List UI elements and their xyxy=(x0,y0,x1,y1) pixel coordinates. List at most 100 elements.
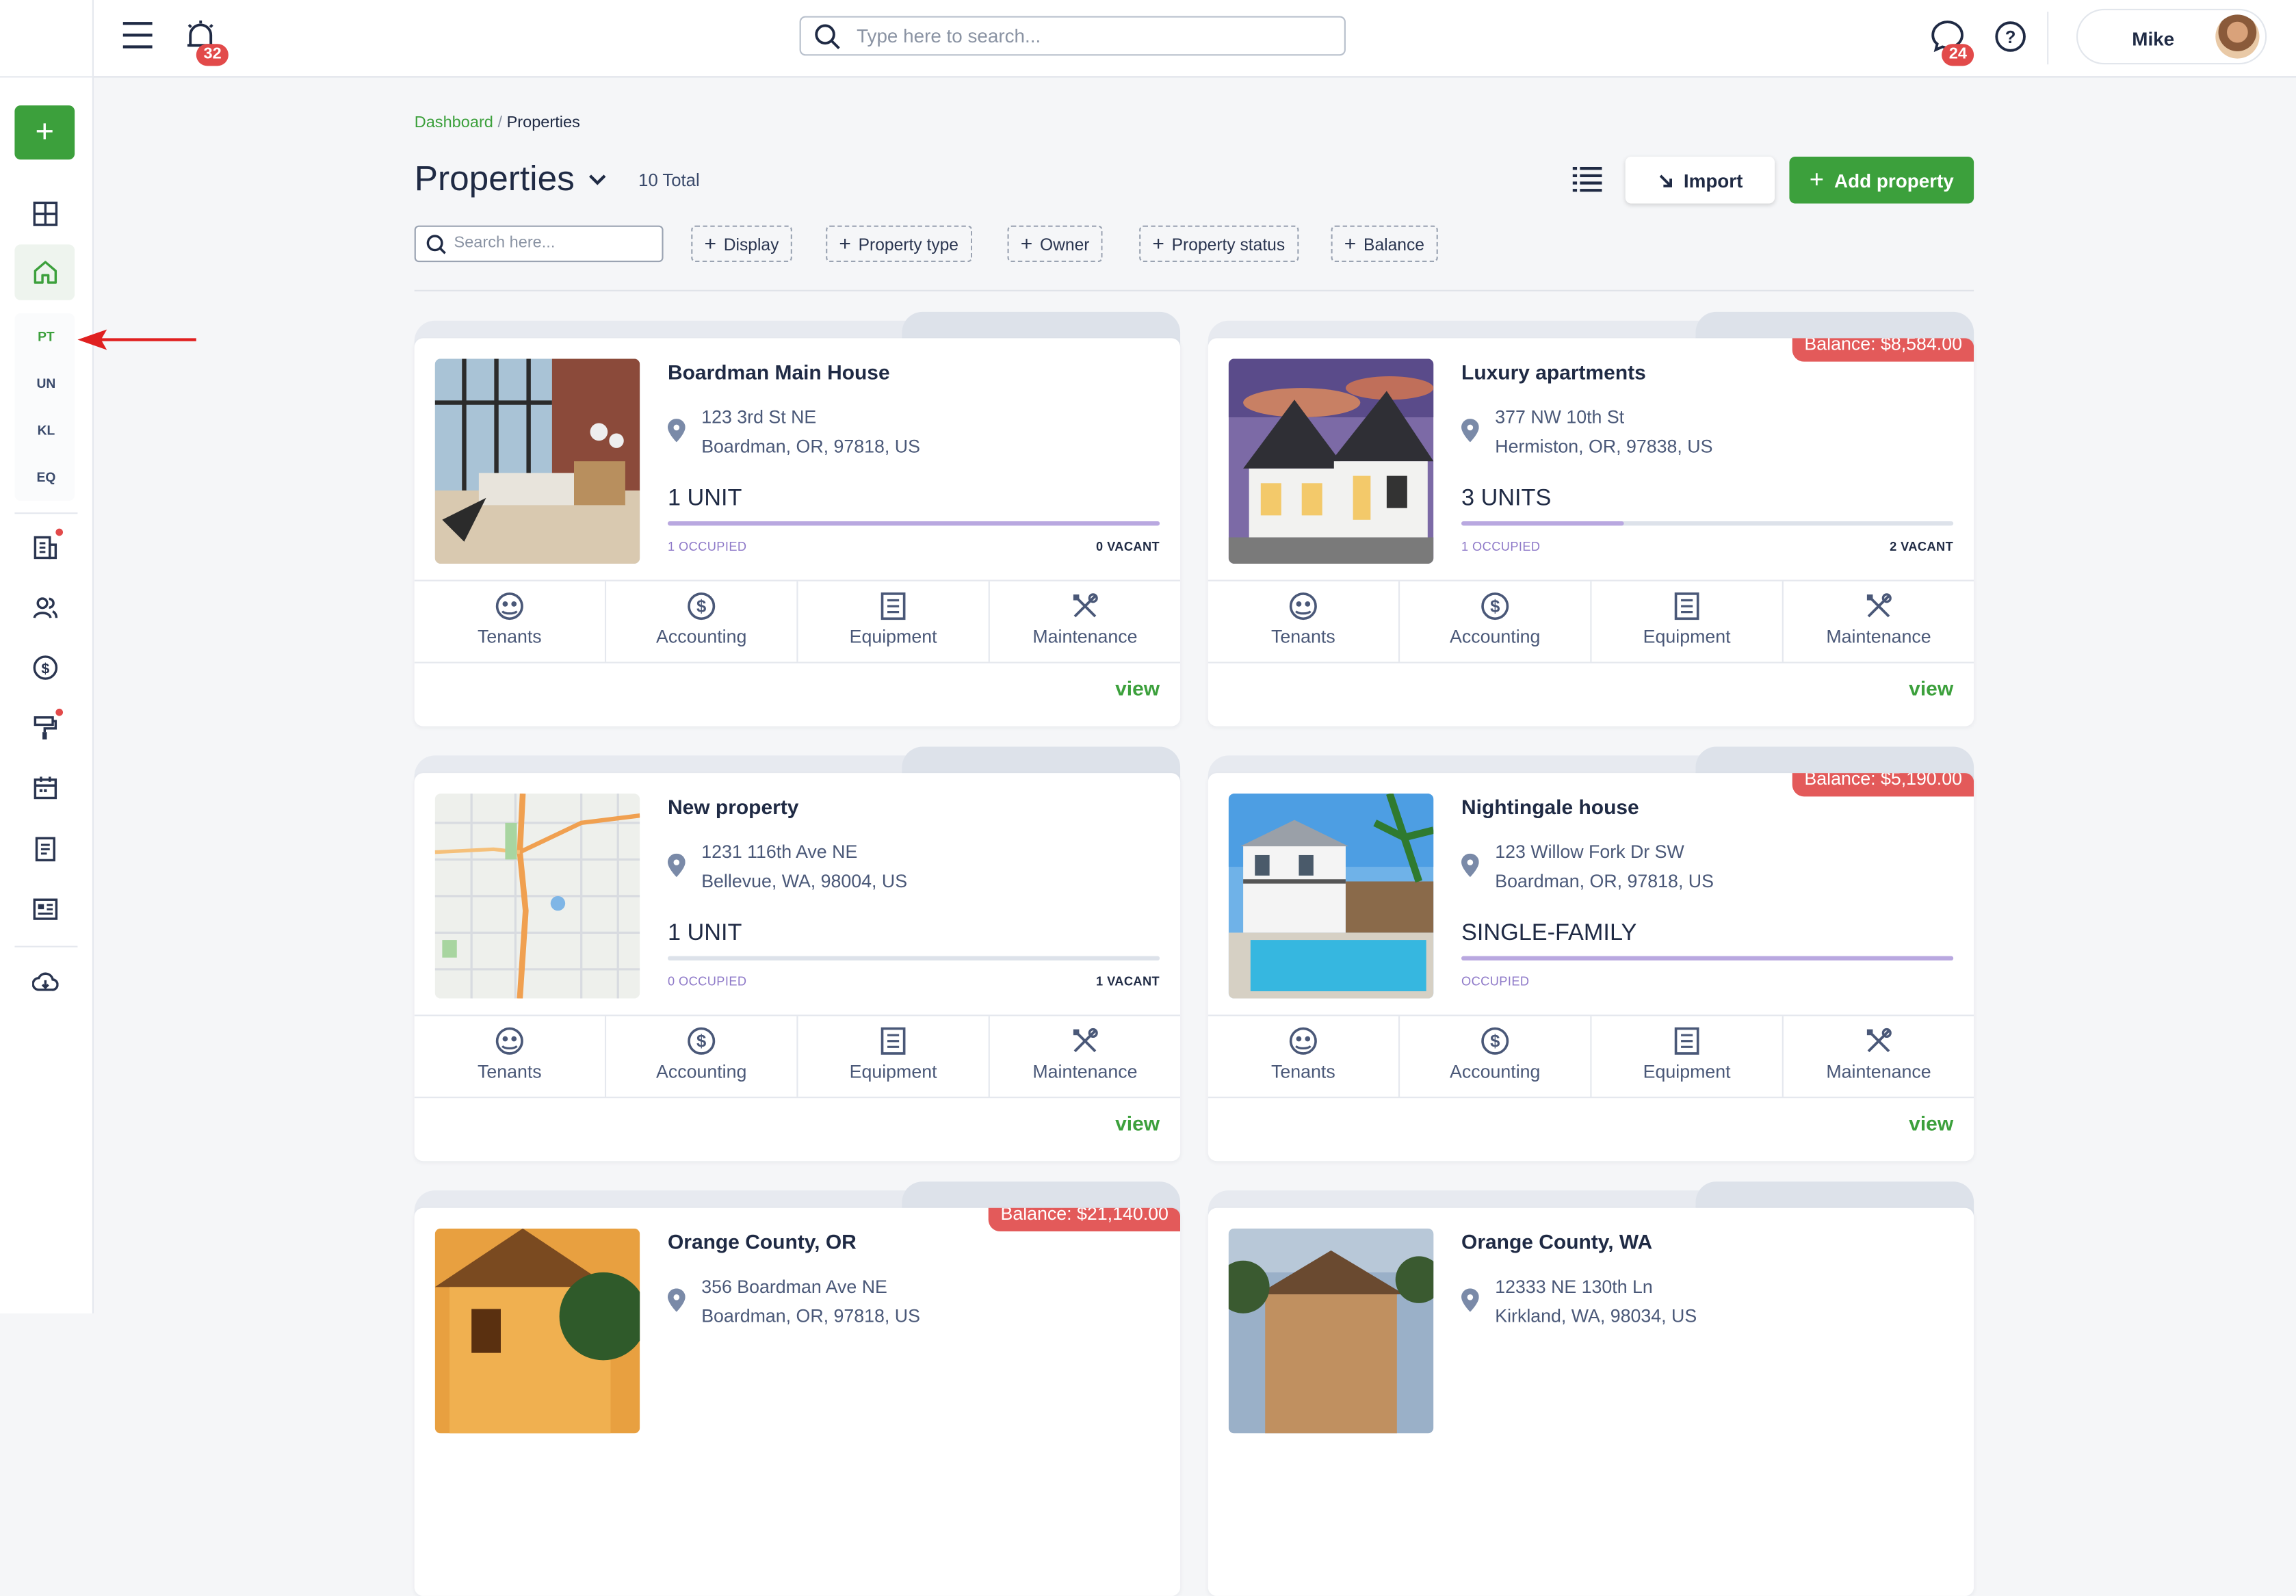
action-label: Maintenance xyxy=(1826,1061,1931,1082)
property-card[interactable]: Orange County, WA 12333 NE 130th Ln Kirk… xyxy=(1208,1181,1974,1596)
global-search-input[interactable] xyxy=(853,23,1329,49)
accounting-action[interactable]: $ Accounting xyxy=(1400,1016,1592,1097)
svg-text:$: $ xyxy=(41,661,49,677)
notification-dot xyxy=(55,528,64,536)
location-pin-icon xyxy=(667,853,686,878)
property-photo[interactable] xyxy=(434,358,640,564)
unit-type: SINGLE-FAMILY xyxy=(1461,921,1637,946)
property-search-input[interactable] xyxy=(451,233,662,254)
property-name[interactable]: Nightingale house xyxy=(1461,795,1639,818)
property-card[interactable]: Balance: $8,584.00 Luxury apartments 377… xyxy=(1208,311,1974,727)
list-view-icon[interactable] xyxy=(1572,166,1602,192)
equipment-action[interactable]: Equipment xyxy=(798,581,990,662)
breadcrumb-dashboard[interactable]: Dashboard xyxy=(415,114,493,132)
location-pin-icon xyxy=(1461,1288,1479,1312)
document-icon[interactable] xyxy=(28,832,63,867)
tenants-action[interactable]: Tenants xyxy=(415,1016,607,1097)
equipment-action[interactable]: Equipment xyxy=(1592,1016,1784,1097)
property-photo[interactable] xyxy=(1228,1228,1434,1434)
property-name[interactable]: New property xyxy=(668,795,798,818)
maintenance-action[interactable]: Maintenance xyxy=(1784,1016,1974,1097)
home-icon[interactable] xyxy=(28,254,63,289)
menu-toggle-icon[interactable] xyxy=(122,22,153,49)
filter-property-status[interactable]: + Property status xyxy=(1139,225,1299,263)
action-label: Equipment xyxy=(849,627,937,648)
property-photo[interactable] xyxy=(1228,794,1434,999)
plus-icon: + xyxy=(1020,231,1033,255)
property-search[interactable] xyxy=(414,225,664,263)
tenants-action[interactable]: Tenants xyxy=(1208,1016,1400,1097)
user-menu[interactable]: Mike xyxy=(2076,8,2267,65)
import-button[interactable]: Import xyxy=(1625,157,1775,204)
tenants-action[interactable]: Tenants xyxy=(415,581,607,662)
filter-balance[interactable]: + Balance xyxy=(1331,225,1438,263)
filter-owner[interactable]: + Owner xyxy=(1007,225,1103,263)
accounting-action[interactable]: $ Accounting xyxy=(1400,581,1592,662)
help-icon: ? xyxy=(1995,21,2026,52)
page-title[interactable]: Properties xyxy=(415,159,575,200)
balance-badge: Balance: $21,140.00 xyxy=(989,1207,1181,1231)
equipment-icon xyxy=(1674,592,1699,620)
equipment-icon xyxy=(880,592,906,620)
people-icon[interactable] xyxy=(28,590,63,625)
filter-display[interactable]: + Display xyxy=(691,225,792,263)
occupied-status: OCCUPIED xyxy=(1461,973,1530,989)
vacant-count: 1 VACANT xyxy=(1096,973,1160,989)
property-name[interactable]: Orange County, OR xyxy=(668,1230,857,1253)
messages-button[interactable]: 24 xyxy=(1930,19,1974,66)
maintenance-action[interactable]: Maintenance xyxy=(990,581,1180,662)
add-property-button[interactable]: + Add property xyxy=(1789,157,1974,204)
help-button[interactable]: ? xyxy=(1994,21,2026,60)
sidebar-divider xyxy=(14,512,78,514)
tenants-icon xyxy=(495,592,523,620)
calendar-icon[interactable] xyxy=(28,770,63,805)
property-photo[interactable] xyxy=(1228,358,1434,564)
property-photo[interactable] xyxy=(434,1228,640,1434)
property-name[interactable]: Luxury apartments xyxy=(1461,361,1646,384)
maintenance-action[interactable]: Maintenance xyxy=(1784,581,1974,662)
accounting-action[interactable]: $ Accounting xyxy=(606,1016,798,1097)
sidebar-item-eq[interactable]: EQ xyxy=(0,470,92,484)
sidebar-divider xyxy=(14,945,78,947)
maintenance-action[interactable]: Maintenance xyxy=(990,1016,1180,1097)
property-map[interactable] xyxy=(434,794,640,999)
tenants-action[interactable]: Tenants xyxy=(1208,581,1400,662)
property-card[interactable]: Balance: $5,190.00 Nightingale house 123… xyxy=(1208,746,1974,1162)
quick-add-button[interactable]: + xyxy=(14,105,75,160)
view-link[interactable]: view xyxy=(1909,1111,1953,1134)
filter-divider xyxy=(414,289,1974,291)
action-label: Maintenance xyxy=(1032,1061,1138,1082)
sidebar-item-un[interactable]: UN xyxy=(0,376,92,391)
action-label: Tenants xyxy=(1271,627,1335,648)
dollar-icon[interactable]: $ xyxy=(28,650,63,685)
svg-text:$: $ xyxy=(1490,1032,1500,1051)
equipment-action[interactable]: Equipment xyxy=(798,1016,990,1097)
plus-icon: + xyxy=(704,231,717,255)
sidebar-item-kl[interactable]: KL xyxy=(0,423,92,438)
global-search[interactable] xyxy=(799,16,1346,56)
accounting-action[interactable]: $ Accounting xyxy=(606,581,798,662)
property-card[interactable]: Balance: $21,140.00 Orange County, OR 35… xyxy=(414,1181,1181,1596)
property-name[interactable]: Boardman Main House xyxy=(668,361,890,384)
view-link[interactable]: view xyxy=(1115,677,1160,700)
view-link[interactable]: view xyxy=(1909,677,1953,700)
action-label: Accounting xyxy=(1450,1061,1541,1082)
occupancy-bar xyxy=(667,956,1160,961)
property-card[interactable]: New property 1231 116th Ave NE Bellevue,… xyxy=(414,746,1181,1162)
cloud-download-icon[interactable] xyxy=(28,965,63,999)
filter-property-type[interactable]: + Property type xyxy=(826,225,972,263)
location-pin-icon xyxy=(1461,419,1479,443)
filter-label: Property status xyxy=(1171,237,1286,255)
property-card[interactable]: Boardman Main House 123 3rd St NE Boardm… xyxy=(414,311,1181,727)
alarm-button[interactable]: 32 xyxy=(185,19,229,66)
messages-count-badge: 24 xyxy=(1942,44,1974,66)
view-link[interactable]: view xyxy=(1115,1111,1160,1134)
chevron-down-icon[interactable] xyxy=(587,170,608,190)
equipment-action[interactable]: Equipment xyxy=(1592,581,1784,662)
dashboard-icon[interactable] xyxy=(28,196,63,231)
property-name[interactable]: Orange County, WA xyxy=(1461,1230,1652,1253)
equipment-icon xyxy=(1674,1027,1699,1055)
action-label: Accounting xyxy=(1450,627,1541,648)
newspaper-icon[interactable] xyxy=(28,891,63,926)
svg-text:$: $ xyxy=(696,1032,706,1051)
